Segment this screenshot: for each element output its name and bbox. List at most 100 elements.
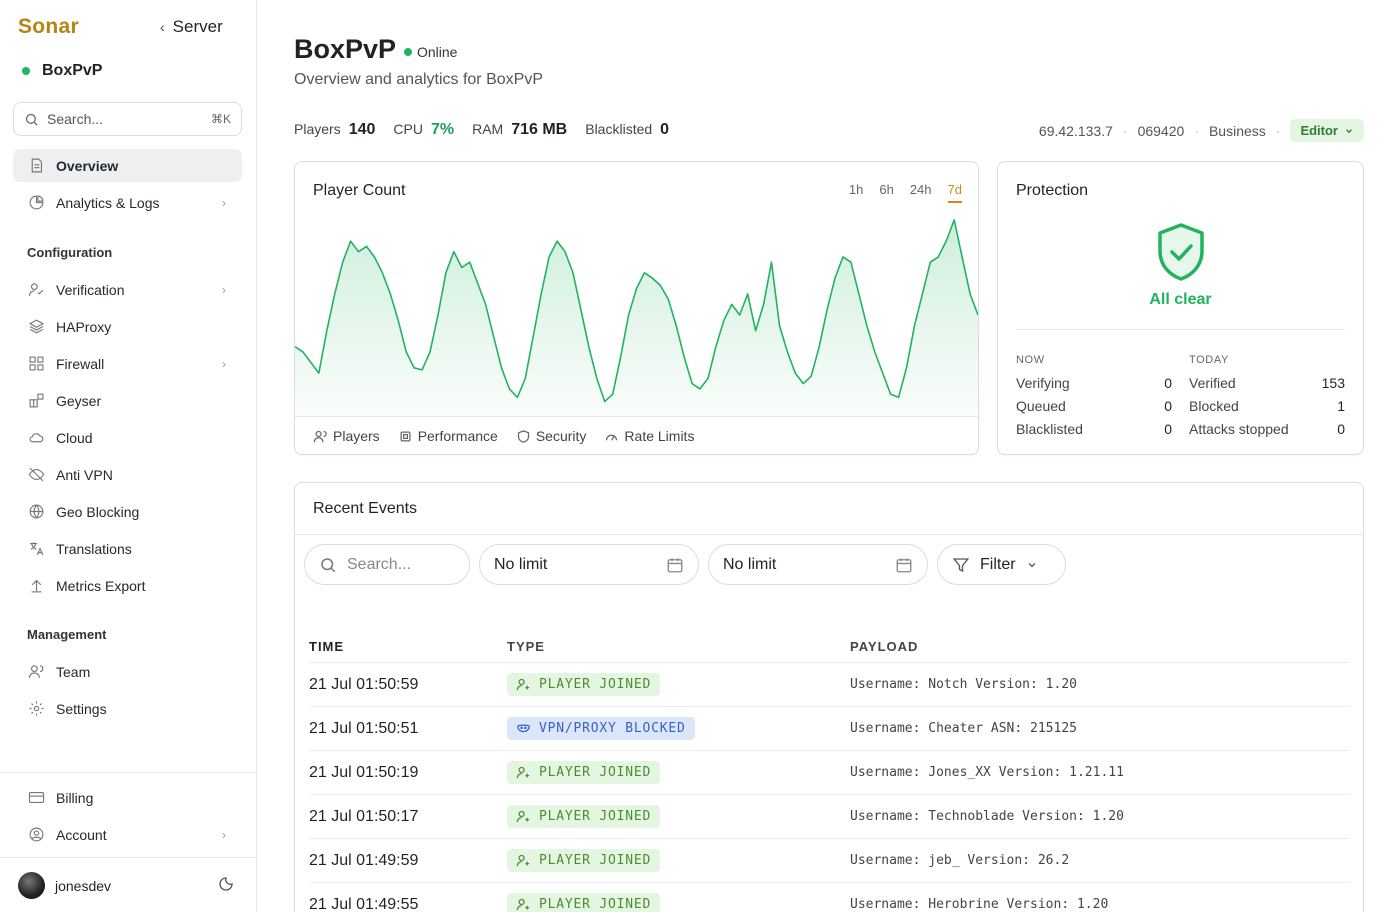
- users-icon: [27, 663, 45, 681]
- user-plus-icon: [516, 678, 530, 691]
- stats-bar: Players 140 CPU 7% RAM 716 MB Blacklisted 0: [294, 121, 669, 139]
- sidebar-item-team[interactable]: Team: [13, 655, 242, 688]
- date-from-picker[interactable]: No limit: [479, 544, 699, 585]
- user-check-icon: [27, 281, 45, 299]
- event-type-label: PLAYER JOINED: [539, 897, 652, 912]
- sidebar-item-firewall[interactable]: Firewall ›: [13, 347, 242, 380]
- credit-card-icon: [27, 789, 45, 807]
- sidebar-item-label: Geo Blocking: [56, 503, 140, 520]
- event-type: PLAYER JOINED: [507, 893, 850, 912]
- column-header-payload[interactable]: PAYLOAD: [850, 639, 1350, 654]
- table-row[interactable]: 21 Jul 01:50:19 PLAYER JOINED Username: …: [309, 751, 1350, 795]
- sidebar-item-analytics-logs[interactable]: Analytics & Logs ›: [13, 186, 242, 219]
- sidebar-search[interactable]: ⌘K: [13, 102, 242, 136]
- table-row[interactable]: 21 Jul 01:50:59 PLAYER JOINED Username: …: [309, 663, 1350, 707]
- user-circle-icon: [27, 826, 45, 844]
- tab-label: Performance: [417, 428, 498, 444]
- sidebar-item-geyser[interactable]: Geyser: [13, 384, 242, 417]
- sidebar-item-geo-blocking[interactable]: Geo Blocking: [13, 495, 242, 528]
- chart-divider: [295, 416, 978, 417]
- table-row[interactable]: 21 Jul 01:49:55 PLAYER JOINED Username: …: [309, 883, 1350, 912]
- sidebar-item-overview[interactable]: Overview: [13, 149, 242, 182]
- search-icon: [321, 557, 336, 572]
- date-to-picker[interactable]: No limit: [708, 544, 928, 585]
- separator-dot: ·: [1194, 122, 1199, 139]
- tab-rate-limits[interactable]: Rate Limits: [604, 428, 694, 444]
- player-count-title: Player Count: [313, 182, 406, 199]
- protection-row-label: Queued: [1016, 397, 1066, 414]
- role-dropdown[interactable]: Editor: [1290, 119, 1364, 142]
- event-type: PLAYER JOINED: [507, 805, 850, 828]
- protection-row-label: Blacklisted: [1016, 420, 1083, 437]
- range-tab-7d[interactable]: 7d: [947, 182, 962, 203]
- user-menu[interactable]: jonesdev: [18, 872, 238, 899]
- sidebar-item-account[interactable]: Account ›: [13, 818, 242, 851]
- page-subtitle: Overview and analytics for BoxPvP: [294, 71, 543, 88]
- range-tab-24h[interactable]: 24h: [910, 182, 932, 203]
- protection-today-label: TODAY: [1189, 354, 1229, 366]
- event-type-label: VPN/PROXY BLOCKED: [539, 721, 686, 736]
- sidebar-divider: [0, 772, 257, 773]
- nav-bottom: Billing Account ›: [13, 781, 242, 855]
- table-row[interactable]: 21 Jul 01:50:17 PLAYER JOINED Username: …: [309, 795, 1350, 839]
- sidebar-item-label: Overview: [56, 157, 119, 174]
- event-payload: Username: jeb_ Version: 26.2: [850, 853, 1070, 868]
- protection-card: Protection All clear NOW Verifying 0 Que…: [997, 161, 1364, 455]
- event-payload: Username: Jones_XX Version: 1.21.11: [850, 765, 1124, 780]
- event-payload: Username: Notch Version: 1.20: [850, 677, 1077, 692]
- main-content: BoxPvP Online Overview and analytics for…: [258, 0, 1400, 912]
- events-search[interactable]: [304, 544, 470, 585]
- tab-label: Rate Limits: [624, 428, 695, 444]
- status-text: Online: [417, 44, 458, 60]
- sidebar-item-anti-vpn[interactable]: Anti VPN: [13, 458, 242, 491]
- sidebar-item-billing[interactable]: Billing: [13, 781, 242, 814]
- events-table-header: TIME TYPE PAYLOAD: [309, 631, 1350, 663]
- stat-label: Players: [294, 121, 341, 137]
- table-row[interactable]: 21 Jul 01:50:51 VPN/PROXY BLOCKED Userna…: [309, 707, 1350, 751]
- protection-row-value: 0: [1337, 420, 1345, 437]
- filter-dropdown[interactable]: Filter: [937, 544, 1066, 585]
- tab-security[interactable]: Security: [516, 428, 587, 444]
- user-plus-icon: [516, 898, 530, 911]
- column-header-type[interactable]: TYPE: [507, 639, 850, 654]
- event-time: 21 Jul 01:49:59: [309, 851, 419, 869]
- users-icon: [313, 430, 327, 442]
- nav-configuration: Configuration Verification › HAProxy Fir…: [13, 238, 242, 606]
- server-id[interactable]: 069420: [1138, 123, 1185, 139]
- range-tab-6h[interactable]: 6h: [879, 182, 893, 203]
- stat-cpu-value: 7%: [430, 121, 455, 138]
- sidebar-item-cloud[interactable]: Cloud: [13, 421, 242, 454]
- sidebar-item-metrics-export[interactable]: Metrics Export: [13, 569, 242, 602]
- server-ip[interactable]: 69.42.133.7: [1039, 123, 1113, 139]
- tab-performance[interactable]: Performance: [398, 428, 498, 444]
- stat-blacklisted: Blacklisted 0: [585, 121, 669, 139]
- chevron-right-icon: ›: [222, 356, 226, 371]
- mask-icon: [517, 724, 530, 733]
- sidebar-item-label: Analytics & Logs: [56, 194, 160, 211]
- protection-row-value: 0: [1164, 420, 1172, 437]
- events-search-input[interactable]: [347, 555, 447, 574]
- range-tab-1h[interactable]: 1h: [849, 182, 863, 203]
- event-type-badge: PLAYER JOINED: [507, 761, 661, 784]
- sidebar-item-haproxy[interactable]: HAProxy: [13, 310, 242, 343]
- sidebar-item-label: Firewall: [56, 355, 105, 372]
- event-time: 21 Jul 01:50:19: [309, 763, 419, 781]
- sidebar-search-input[interactable]: [47, 111, 203, 127]
- app-logo[interactable]: Sonar: [18, 15, 79, 39]
- tab-label: Security: [535, 428, 587, 444]
- moon-icon[interactable]: [218, 876, 234, 892]
- back-to-servers-link[interactable]: ‹ Server: [160, 17, 223, 37]
- column-header-time[interactable]: TIME: [309, 639, 507, 654]
- sidebar-item-translations[interactable]: Translations: [13, 532, 242, 565]
- sidebar-item-settings[interactable]: Settings: [13, 692, 242, 725]
- server-status-dot: [22, 67, 30, 75]
- sidebar-divider: [0, 857, 257, 858]
- translate-icon: [27, 540, 45, 558]
- status-dot: [404, 48, 412, 56]
- table-row[interactable]: 21 Jul 01:49:59 PLAYER JOINED Username: …: [309, 839, 1350, 883]
- sidebar-item-verification[interactable]: Verification ›: [13, 273, 242, 306]
- tab-players[interactable]: Players: [313, 428, 380, 444]
- protection-row: Blacklisted 0: [1016, 417, 1172, 440]
- event-type-badge: PLAYER JOINED: [507, 893, 661, 912]
- current-server[interactable]: BoxPvP: [22, 62, 102, 80]
